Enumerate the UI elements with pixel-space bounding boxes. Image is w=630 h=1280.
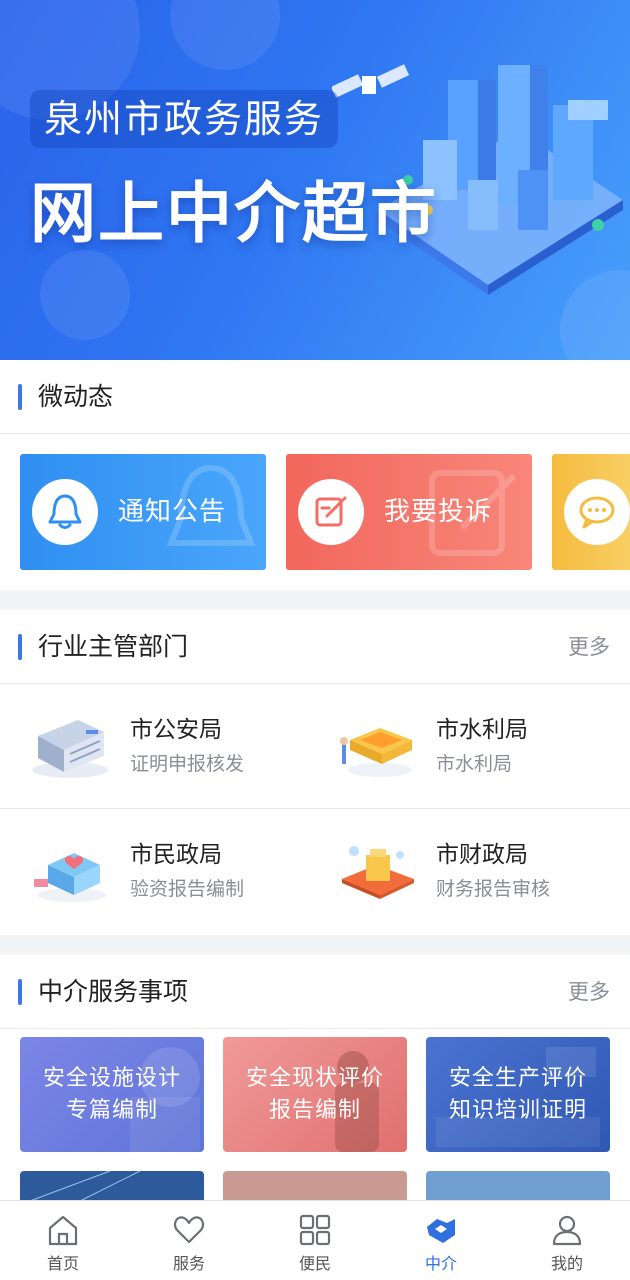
tab-label: 首页: [46, 1254, 79, 1273]
section-accent-bar: [18, 384, 22, 410]
handshake-icon: [427, 1219, 455, 1243]
consult-icon-circle: [564, 479, 630, 545]
news-header: 微动态: [0, 360, 630, 434]
departments-title: 行业主管部门: [38, 632, 189, 661]
heart-shop-icon: [34, 853, 106, 902]
heart-icon: [173, 1216, 205, 1244]
notice-icon-circle: [32, 479, 98, 545]
dept-desc: 证明申报核发: [130, 753, 245, 775]
tab-mine[interactable]: 我的: [504, 1201, 630, 1280]
complaint-card-label: 我要投诉: [384, 497, 493, 527]
tab-label: 我的: [550, 1254, 583, 1273]
dept-name: 市财政局: [436, 842, 528, 868]
tab-home[interactable]: 首页: [0, 1201, 126, 1280]
office-building-icon: [32, 720, 108, 778]
tab-label: 服务: [172, 1254, 205, 1273]
bell-icon: [48, 494, 82, 529]
service-tile[interactable]: 安全设施设计 专篇编制: [20, 1037, 204, 1152]
tab-agency[interactable]: 中介: [378, 1201, 504, 1280]
banner-subtitle: 泉州市政务服务: [30, 90, 339, 148]
service-tile-line2: 报告编制: [268, 1098, 361, 1123]
service-tile[interactable]: [20, 1171, 204, 1200]
dept-name: 市公安局: [130, 717, 222, 743]
service-tile-line1: 安全现状评价: [245, 1066, 384, 1091]
services-header: 中介服务事项 更多: [0, 955, 630, 1029]
dept-name: 市水利局: [436, 717, 528, 743]
banner-bubble: [170, 0, 280, 70]
news-title: 微动态: [38, 382, 114, 411]
service-tile-line2: 知识培训证明: [448, 1098, 587, 1123]
news-section: 微动态 通知公告 我要投诉: [0, 360, 630, 590]
home-icon: [48, 1215, 78, 1246]
dept-item-finance[interactable]: 市财政局 财务报告审核: [306, 809, 606, 934]
water-pool-icon: [340, 728, 412, 777]
grid-icon: [299, 1214, 331, 1246]
dept-desc: 财务报告审核: [436, 878, 551, 900]
services-title: 中介服务事项: [38, 977, 189, 1006]
service-tile[interactable]: 安全现状评价 报告编制: [223, 1037, 407, 1152]
departments-more-link[interactable]: 更多: [568, 632, 610, 662]
service-tile-line1: 安全设施设计: [42, 1066, 181, 1091]
dept-item-water[interactable]: 市水利局 市水利局: [306, 684, 606, 809]
edit-icon: [315, 496, 347, 527]
service-tile-line1: 安全生产评价: [448, 1066, 587, 1091]
banner-bubble: [40, 250, 130, 340]
money-platform-icon: [342, 846, 414, 899]
services-section: 中介服务事项 更多 安全设施设计 专篇编制 安全现状评价 报告编制 安全生产评价…: [0, 955, 630, 1200]
departments-section: 行业主管部门 更多 市公安局 证明申报核发 市水利局 市水利局 市民政局 验资报…: [0, 610, 630, 935]
bottom-tab-bar: 首页 服务 便民 中介 我的: [0, 1200, 630, 1280]
tab-label: 便民: [298, 1254, 331, 1273]
banner-title: 网上中介超市: [30, 175, 438, 252]
notice-card-label: 通知公告: [118, 497, 227, 527]
consult-card[interactable]: [552, 454, 630, 570]
complaint-icon-circle: [298, 479, 364, 545]
dept-item-police[interactable]: 市公安局 证明申报核发: [0, 684, 300, 809]
app-page: 泉州市政务服务 网上中介超市 微动态 通知公告 我要投诉 行业主管部门 更多 市…: [0, 0, 630, 1280]
service-tile[interactable]: [223, 1171, 407, 1200]
dept-desc: 市水利局: [436, 753, 513, 775]
dept-desc: 验资报告编制: [130, 878, 245, 900]
service-tile-line2: 专篇编制: [65, 1098, 158, 1123]
section-accent-bar: [18, 979, 22, 1005]
services-more-link[interactable]: 更多: [568, 977, 610, 1007]
complaint-card[interactable]: 我要投诉: [286, 454, 532, 570]
section-accent-bar: [18, 634, 22, 660]
tile-photo: [31, 1171, 141, 1200]
chat-icon: [579, 496, 615, 529]
service-tile[interactable]: 安全生产评价 知识培训证明: [426, 1037, 610, 1152]
tab-label: 中介: [424, 1254, 457, 1273]
tab-service[interactable]: 服务: [126, 1201, 252, 1280]
user-icon: [552, 1215, 582, 1246]
dept-name: 市民政局: [130, 842, 222, 868]
notice-card[interactable]: 通知公告: [20, 454, 266, 570]
dept-item-civil[interactable]: 市民政局 验资报告编制: [0, 809, 300, 934]
hero-banner[interactable]: 泉州市政务服务 网上中介超市: [0, 0, 630, 360]
departments-header: 行业主管部门 更多: [0, 610, 630, 684]
tab-convenience[interactable]: 便民: [252, 1201, 378, 1280]
service-tile[interactable]: [426, 1171, 610, 1200]
